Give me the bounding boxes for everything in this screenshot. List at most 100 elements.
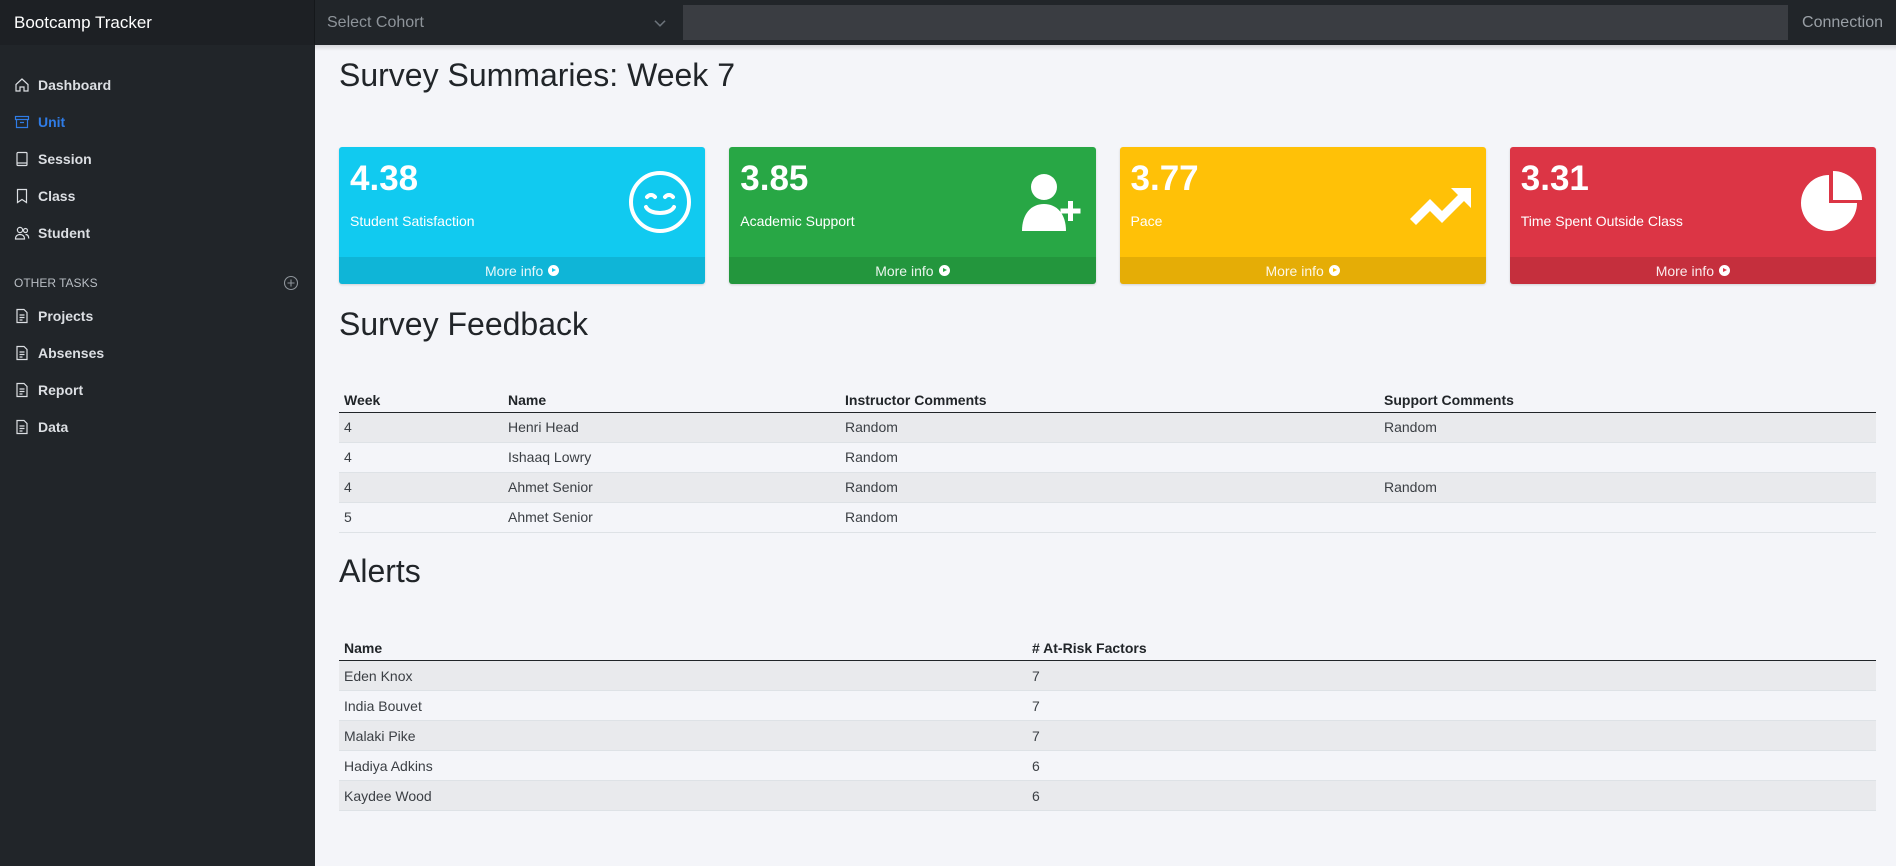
sidebar-item-label: Student xyxy=(38,224,91,241)
table-cell: 6 xyxy=(1027,780,1876,811)
sidebar-item-unit[interactable]: Unit xyxy=(0,103,315,140)
people-icon xyxy=(14,226,30,240)
more-info-link[interactable]: More info xyxy=(1119,257,1486,284)
sidebar-item-absenses[interactable]: Absenses xyxy=(0,334,315,371)
person-plus-icon xyxy=(1021,174,1080,231)
arrow-circle-icon xyxy=(1328,265,1340,276)
table-cell: Hadiya Adkins xyxy=(339,750,1027,781)
sidebar-item-label: Absenses xyxy=(38,344,105,361)
table-row: 4 Ahmet Senior Random Random xyxy=(339,472,1876,503)
cohort-select[interactable]: Select Cohort xyxy=(315,0,683,45)
card-time-outside-class: 3.31 Time Spent Outside Class More info xyxy=(1509,147,1876,284)
sidebar-item-dashboard[interactable]: Dashboard xyxy=(0,66,315,103)
column-header[interactable]: Week xyxy=(339,386,503,413)
sidebar-item-student[interactable]: Student xyxy=(0,214,315,251)
pie-chart-icon xyxy=(1801,171,1862,231)
smile-icon xyxy=(629,171,692,233)
sidebar-item-label: Projects xyxy=(38,307,94,324)
survey-feedback-table: Week Name Instructor Comments Support Co… xyxy=(339,386,1876,533)
table-header-row: Week Name Instructor Comments Support Co… xyxy=(339,386,1876,413)
book-icon xyxy=(16,151,28,166)
bookmark-icon xyxy=(16,188,28,204)
table-cell: Eden Knox xyxy=(339,660,1027,691)
trending-up-icon xyxy=(1409,188,1471,225)
more-info-label: More info xyxy=(1655,262,1715,279)
sidebar-item-class[interactable]: Class xyxy=(0,177,315,214)
table-cell: 4 xyxy=(339,442,503,473)
table-cell: Henri Head xyxy=(503,412,840,443)
table-cell: India Bouvet xyxy=(339,690,1027,721)
top-navbar: Bootcamp Tracker Select Cohort Connectio… xyxy=(0,0,1896,45)
table-row: 5 Ahmet Senior Random xyxy=(339,502,1876,533)
sidebar-item-label: Session xyxy=(38,150,92,167)
more-info-link[interactable]: More info xyxy=(729,257,1096,284)
table-row: Hadiya Adkins 6 xyxy=(339,750,1876,781)
table-cell xyxy=(1379,502,1876,533)
other-tasks-heading: OTHER TASKS xyxy=(0,273,315,293)
arrow-circle-icon xyxy=(1719,265,1731,276)
table-cell: Kaydee Wood xyxy=(339,780,1027,811)
card-value: 3.31 xyxy=(1520,159,1589,198)
page-title: Survey Summaries: Week 7 xyxy=(339,57,735,93)
table-cell: 5 xyxy=(339,502,503,533)
table-cell: Random xyxy=(840,472,1379,503)
table-cell: Ahmet Senior xyxy=(503,472,840,503)
table-cell: Random xyxy=(1379,472,1876,503)
table-row: Kaydee Wood 6 xyxy=(339,780,1876,811)
column-header[interactable]: Name xyxy=(339,634,1027,661)
archive-icon xyxy=(14,115,30,128)
table-row: Malaki Pike 7 xyxy=(339,720,1876,751)
table-cell: Malaki Pike xyxy=(339,720,1027,751)
table-cell: Random xyxy=(840,442,1379,473)
cohort-select-value: Select Cohort xyxy=(327,13,424,31)
card-label: Academic Support xyxy=(740,213,855,229)
card-academic-support: 3.85 Academic Support More info xyxy=(729,147,1096,284)
top-shadow xyxy=(315,45,1896,51)
sidebar-item-report[interactable]: Report xyxy=(0,371,315,408)
plus-circle-icon[interactable] xyxy=(283,275,299,291)
more-info-label: More info xyxy=(484,262,544,279)
table-cell: Random xyxy=(840,412,1379,443)
sidebar-item-label: Dashboard xyxy=(38,76,112,93)
card-label: Student Satisfaction xyxy=(350,213,475,229)
table-row: 4 Henri Head Random Random xyxy=(339,412,1876,443)
main-content: Survey Summaries: Week 7 4.38 Student Sa… xyxy=(315,45,1896,866)
sidebar-item-label: Class xyxy=(38,187,76,204)
sidebar-item-projects[interactable]: Projects xyxy=(0,297,315,334)
column-header[interactable]: Support Comments xyxy=(1379,386,1876,413)
table-row: India Bouvet 7 xyxy=(339,690,1876,721)
card-label: Pace xyxy=(1130,213,1163,229)
connection-link[interactable]: Connection xyxy=(1788,14,1896,32)
sidebar-item-session[interactable]: Session xyxy=(0,140,315,177)
table-cell: 7 xyxy=(1027,720,1876,751)
sidebar: Dashboard Unit Session Class Student OTH… xyxy=(0,45,315,866)
survey-feedback-title: Survey Feedback xyxy=(339,306,589,342)
sidebar-item-label: Data xyxy=(38,418,69,435)
table-cell: Random xyxy=(840,502,1379,533)
table-cell: 4 xyxy=(339,412,503,443)
table-cell xyxy=(1379,442,1876,473)
table-cell: 7 xyxy=(1027,690,1876,721)
table-cell: 7 xyxy=(1027,660,1876,691)
chevron-down-icon xyxy=(654,19,666,27)
sidebar-item-data[interactable]: Data xyxy=(0,408,315,445)
card-label: Time Spent Outside Class xyxy=(1520,213,1683,229)
table-row: Eden Knox 7 xyxy=(339,660,1876,691)
table-cell: Random xyxy=(1379,412,1876,443)
column-header[interactable]: Instructor Comments xyxy=(840,386,1379,413)
table-cell: 6 xyxy=(1027,750,1876,781)
column-header[interactable]: Name xyxy=(503,386,840,413)
file-text-icon xyxy=(16,345,28,360)
more-info-link[interactable]: More info xyxy=(339,257,706,284)
sidebar-item-label: Report xyxy=(38,381,84,398)
arrow-circle-icon xyxy=(548,265,560,276)
alerts-title: Alerts xyxy=(339,552,421,589)
file-text-icon xyxy=(16,382,28,397)
search-input[interactable] xyxy=(683,5,1788,40)
table-cell: Ahmet Senior xyxy=(503,502,840,533)
more-info-label: More info xyxy=(875,262,934,279)
column-header[interactable]: # At-Risk Factors xyxy=(1027,634,1876,661)
table-header-row: Name # At-Risk Factors xyxy=(339,634,1876,661)
app-brand[interactable]: Bootcamp Tracker xyxy=(0,0,315,45)
more-info-link[interactable]: More info xyxy=(1509,257,1876,284)
